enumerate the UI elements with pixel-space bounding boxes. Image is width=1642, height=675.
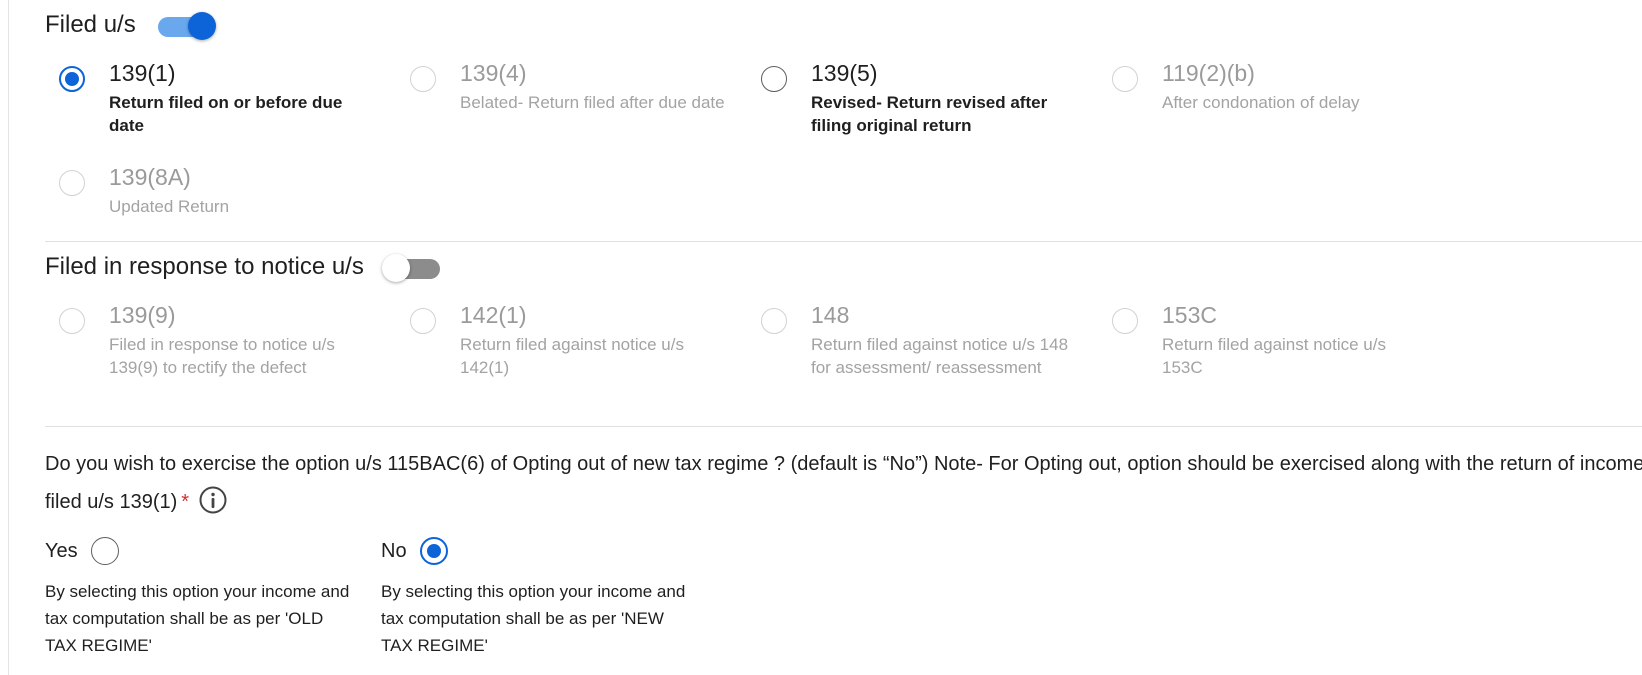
radio-119-2-b[interactable] [1112,66,1138,92]
option-code: 148 [811,302,850,328]
option-desc: Return filed against notice u/s 153C [1162,335,1386,377]
notice-us-heading: Filed in response to notice u/s [45,253,440,282]
option-code: 142(1) [460,302,527,328]
option-desc: Return filed on or before due date [109,93,343,135]
section-divider [45,426,1642,427]
notice-us-toggle[interactable] [381,254,440,282]
no-radio[interactable] [419,537,448,565]
regime-question: Do you wish to exercise the option u/s 1… [45,448,1642,518]
notice-us-title: Filed in response to notice u/s [45,253,364,280]
radio-139-4[interactable] [410,66,436,92]
option-code: 139(1) [109,60,176,86]
yes-label: Yes [45,539,78,562]
info-icon[interactable] [199,486,227,514]
option-desc: Return filed against notice u/s 148 for … [811,335,1069,377]
radio-139-8a[interactable] [59,170,85,196]
required-asterisk: * [181,491,190,513]
radio-148[interactable] [761,308,787,334]
filed-us-toggle[interactable] [157,12,216,40]
no-note: By selecting this option your income and… [381,582,686,655]
option-code: 139(5) [811,60,878,86]
option-code: 139(4) [460,60,527,86]
option-desc: After condonation of delay [1162,93,1360,112]
option-code: 119(2)(b) [1162,60,1255,86]
option-code: 139(8A) [109,164,191,190]
yes-radio[interactable] [90,537,119,565]
filed-us-title: Filed u/s [45,11,136,38]
radio-153c[interactable] [1112,308,1138,334]
radio-139-9[interactable] [59,308,85,334]
option-desc: Updated Return [109,197,230,216]
option-code: 153C [1162,302,1217,328]
option-code: 139(9) [109,302,176,328]
radio-139-1[interactable] [59,66,85,92]
option-desc: Revised- Return revised after filing ori… [811,93,1048,135]
radio-142-1[interactable] [410,308,436,334]
yes-note: By selecting this option your income and… [45,582,350,655]
section-divider [45,241,1642,242]
option-desc: Belated- Return filed after due date [460,93,725,112]
left-border [8,0,9,675]
filed-us-heading: Filed u/s [45,11,216,40]
option-desc: Filed in response to notice u/s 139(9) t… [109,335,335,377]
radio-139-5[interactable] [761,66,787,92]
regime-yes-option[interactable]: Yes By selecting this option your income… [45,536,355,659]
regime-question-text: Do you wish to exercise the option u/s 1… [45,453,1642,513]
no-label: No [381,539,407,562]
option-desc: Return filed against notice u/s 142(1) [460,335,684,377]
toggle-thumb [187,12,216,40]
toggle-thumb [381,254,410,282]
regime-no-option[interactable]: No By selecting this option your income … [381,536,691,659]
